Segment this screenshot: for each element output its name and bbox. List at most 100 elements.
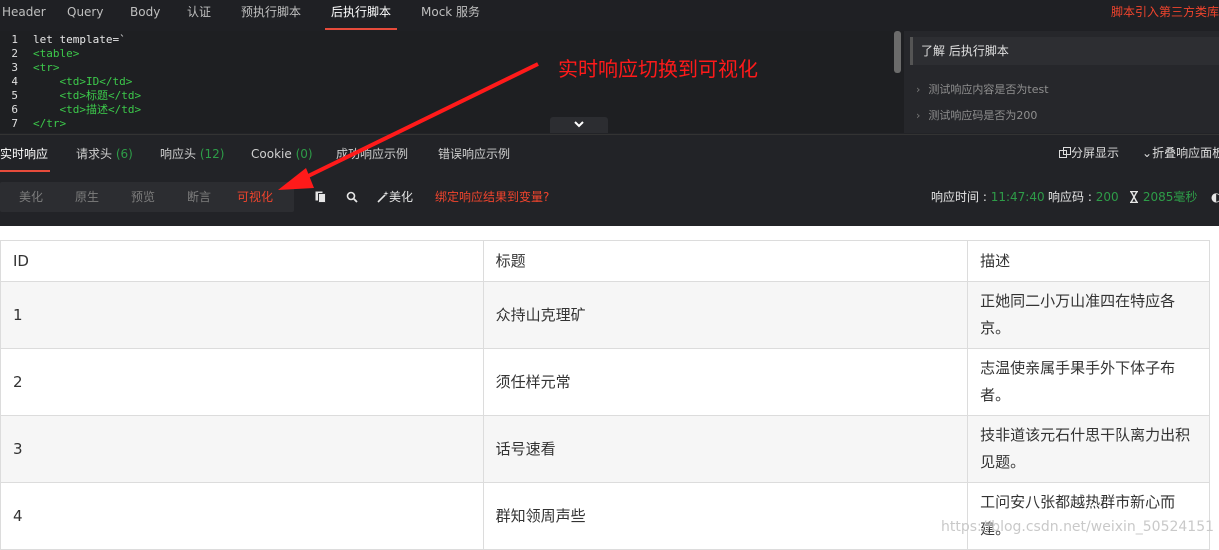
table-cell: 3 — [0, 415, 484, 483]
tab-body[interactable]: Body — [130, 0, 160, 31]
line-number: 7 — [11, 117, 18, 130]
collapse-panel-label: 折叠响应面板 — [1152, 146, 1219, 160]
split-view-label: 分屏显示 — [1071, 146, 1120, 160]
help-item-label: 测试响应内容是否为test — [928, 83, 1049, 96]
header-cell: 描述 — [967, 240, 1210, 282]
table-cell: 志温使亲属手果手外下体子布者。 — [967, 348, 1210, 416]
table-cell: 众持山克理矿 — [482, 281, 969, 349]
count-badge: (12) — [199, 147, 225, 161]
active-tab-indicator — [325, 28, 397, 30]
mode-preview[interactable]: 预览 — [131, 182, 155, 212]
status-code: 响应码 : 200 — [1048, 182, 1119, 212]
duration-value: 2085毫秒 — [1142, 190, 1198, 204]
line-number: 2 — [11, 47, 18, 60]
table-cell: 须任样元常 — [482, 348, 969, 416]
header-cell: 标题 — [482, 240, 969, 282]
table-header-row: ID 标题 描述 — [0, 240, 1210, 282]
help-panel: 了解 后执行脚本 › 测试响应内容是否为test › 测试响应码是否为200 — [904, 31, 1219, 133]
table-cell: 话号速看 — [482, 415, 969, 483]
tab-query[interactable]: Query — [67, 0, 103, 31]
editor-scrollbar[interactable] — [894, 31, 901, 73]
line-number: 1 — [11, 33, 18, 46]
code-line: <tr> — [33, 61, 60, 74]
status-code-value: 200 — [1095, 190, 1119, 204]
code-line: <td>ID</td> — [33, 75, 133, 88]
help-title[interactable]: 了解 后执行脚本 — [910, 37, 1219, 65]
copy-icon — [315, 191, 326, 203]
header-cell: ID — [0, 240, 484, 282]
collapse-panel-button[interactable]: ⌄折叠响应面板 — [1142, 134, 1219, 172]
third-party-lib-link[interactable]: 脚本引入第三方类库 — [1111, 0, 1219, 24]
table-row: 1 众持山克理矿 正她同二小万山准四在特应各京。 — [0, 281, 1210, 349]
beautify-button[interactable]: 美化 — [377, 182, 413, 212]
visualized-table: ID 标题 描述 1 众持山克理矿 正她同二小万山准四在特应各京。 2 须任样元… — [0, 240, 1210, 550]
duration: 2085毫秒 — [1129, 182, 1197, 212]
count-badge: (6) — [115, 147, 133, 161]
chevron-right-icon: › — [916, 83, 921, 96]
response-time: 响应时间 : 11:47:40 — [931, 182, 1045, 212]
code-line: let template=` — [33, 33, 126, 46]
response-time-label: 响应时间 : — [931, 190, 987, 204]
response-tabs: 实时响应 请求头 (6) 响应头 (12) Cookie (0) 成功响应示例 … — [0, 134, 1219, 173]
tab-request-headers[interactable]: 请求头 (6) — [76, 135, 133, 173]
copy-button[interactable] — [315, 182, 327, 212]
mode-visualize[interactable]: 可视化 — [237, 182, 273, 212]
tab-response-headers[interactable]: 响应头 (12) — [160, 135, 224, 173]
magic-wand-icon — [377, 191, 389, 203]
tab-live-response[interactable]: 实时响应 — [0, 135, 48, 173]
line-number: 3 — [11, 61, 18, 74]
table-cell: 群知领周声些 — [482, 482, 969, 550]
hourglass-icon — [1130, 190, 1138, 204]
line-number: 4 — [11, 75, 18, 88]
line-number: 6 — [11, 103, 18, 116]
beautify-label: 美化 — [389, 190, 414, 204]
table-cell: 2 — [0, 348, 484, 416]
line-gutter: 1 2 3 4 5 6 7 — [0, 31, 28, 133]
mode-raw[interactable]: 原生 — [75, 182, 99, 212]
search-button[interactable] — [346, 182, 358, 212]
more-icon[interactable]: ◐ — [1211, 182, 1219, 212]
line-number: 5 — [11, 89, 18, 102]
tab-label: 请求头 — [76, 147, 113, 161]
help-item[interactable]: › 测试响应内容是否为test — [916, 81, 1049, 97]
tab-pre-script[interactable]: 预执行脚本 — [241, 0, 301, 31]
code-line: <td>标题</td> — [33, 89, 142, 102]
watermark: https://blog.csdn.net/weixin_50524151 — [941, 519, 1215, 535]
tab-header[interactable]: Header — [2, 0, 46, 31]
split-view-button[interactable]: 分屏显示 — [1059, 134, 1119, 172]
tab-post-script[interactable]: 后执行脚本 — [331, 0, 391, 31]
tab-error-example[interactable]: 错误响应示例 — [438, 135, 510, 173]
table-cell: 技非道该元石什思干队离力出积见题。 — [967, 415, 1210, 483]
bind-variable-link[interactable]: 绑定响应结果到变量? — [435, 182, 549, 212]
tab-cookie[interactable]: Cookie (0) — [251, 135, 313, 173]
table-row: 3 话号速看 技非道该元石什思干队离力出积见题。 — [0, 415, 1210, 483]
table-cell: 1 — [0, 281, 484, 349]
collapse-editor-button[interactable] — [550, 117, 608, 133]
response-time-value: 11:47:40 — [990, 190, 1045, 204]
table-row: 4 群知领周声些 工问安八张都越热群市新心而建。 — [0, 482, 1210, 550]
request-tabs: Header Query Body 认证 预执行脚本 后执行脚本 Mock 服务… — [0, 0, 1219, 32]
tab-label: 响应头 — [160, 147, 197, 161]
table-row: 2 须任样元常 志温使亲属手果手外下体子布者。 — [0, 348, 1210, 416]
active-response-tab-indicator — [0, 170, 50, 172]
tab-label: Cookie — [251, 147, 292, 161]
code-line: <table> — [33, 47, 80, 60]
table-cell: 4 — [0, 482, 484, 550]
tab-success-example[interactable]: 成功响应示例 — [336, 135, 408, 173]
split-screen-icon — [1059, 147, 1071, 158]
code-line: <td>描述</td> — [33, 103, 142, 116]
annotation-label: 实时响应切换到可视化 — [558, 57, 758, 81]
status-code-label: 响应码 : — [1048, 190, 1092, 204]
mode-beautify[interactable]: 美化 — [19, 182, 43, 212]
table-cell: 工问安八张都越热群市新心而建。 — [967, 482, 1210, 550]
search-icon — [346, 191, 358, 203]
tab-auth[interactable]: 认证 — [187, 0, 211, 31]
mode-assert[interactable]: 断言 — [187, 182, 211, 212]
tab-mock[interactable]: Mock 服务 — [421, 0, 480, 31]
chevron-down-icon — [574, 121, 584, 128]
code-line: </tr> — [33, 117, 67, 130]
help-item[interactable]: › 测试响应码是否为200 — [916, 107, 1037, 123]
double-chevron-down-icon: ⌄ — [1142, 146, 1153, 160]
chevron-right-icon: › — [916, 109, 921, 122]
script-editor[interactable]: 1 2 3 4 5 6 7 let template=` <table> <tr… — [0, 31, 904, 133]
